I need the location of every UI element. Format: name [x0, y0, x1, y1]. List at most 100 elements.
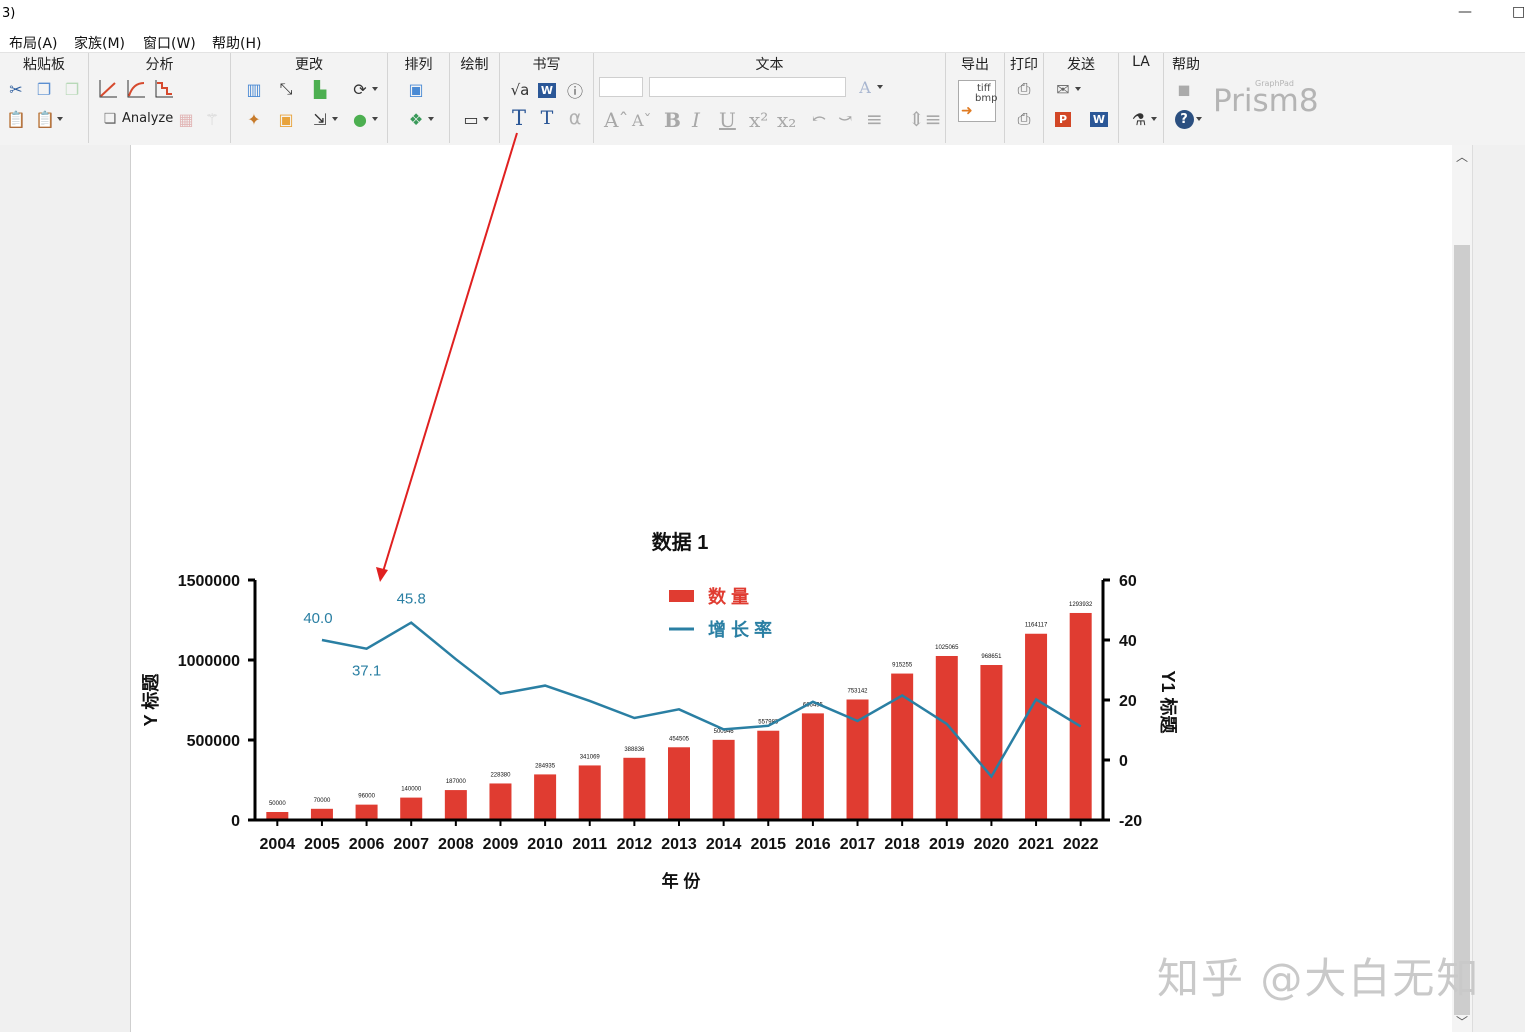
group-change: 更改 ▥ ⤡ ▙ ⟳ ✦ ▣ ⇲ ● [231, 53, 388, 143]
group-label-clipboard: 粘贴板 [23, 57, 65, 73]
font-size-select[interactable] [599, 77, 643, 97]
minimize-button[interactable]: — [1458, 4, 1472, 20]
rectangle-icon[interactable]: ▭ [460, 108, 489, 130]
menu-window[interactable]: 窗口(W) [143, 33, 196, 53]
copy-format-icon[interactable]: ❐ [61, 78, 83, 100]
group-label-arrange: 排列 [404, 57, 433, 73]
superscript-icon[interactable]: x² [749, 108, 768, 132]
word-object-icon[interactable]: W [536, 79, 558, 101]
group-label-export: 导出 [961, 57, 989, 73]
curve-fit-svg [127, 80, 145, 98]
alpha-icon[interactable]: α [564, 107, 586, 129]
xy-graph-icon[interactable] [97, 78, 119, 100]
menu-layout[interactable]: 布局(A) [9, 33, 58, 53]
font-family-select[interactable] [649, 77, 846, 97]
scroll-down-icon[interactable]: ﹀ [1456, 1013, 1468, 1030]
text-tool-icon[interactable]: T [508, 106, 530, 130]
word-icon[interactable]: W [1088, 108, 1110, 130]
rotate-right-icon[interactable]: ⤻ [838, 109, 852, 129]
group-label-help: 帮助 [1172, 57, 1200, 73]
group-analysis: 分析 ❏ Analyze ▦ ⚚ [89, 53, 231, 143]
prism-logo-small: GraphPad [1255, 79, 1294, 88]
menu-help[interactable]: 帮助(H) [212, 33, 261, 53]
curve-fit-icon[interactable] [125, 78, 147, 100]
underline-icon[interactable]: U [719, 108, 736, 132]
font-color-icon[interactable]: A [854, 76, 883, 98]
table-icon[interactable]: ▦ [175, 108, 197, 130]
group-label-write: 书写 [532, 57, 561, 73]
paste-icon[interactable]: 📋 [5, 108, 27, 130]
copy-icon[interactable]: ❐ [33, 78, 55, 100]
bmp-label: bmp [975, 93, 998, 104]
survival-svg [155, 80, 173, 98]
scale-icon[interactable]: ⇲ [309, 108, 338, 130]
color-scheme-icon[interactable]: ● [349, 108, 378, 130]
group-label-draw: 绘制 [460, 57, 489, 73]
group-la: LA ⚗ [1119, 53, 1164, 143]
column-chart-icon[interactable]: ▙ [309, 78, 331, 100]
group-draw: 绘制 ▭ [450, 53, 500, 143]
group-label-la: LA [1132, 54, 1150, 70]
group-label-analysis: 分析 [145, 57, 174, 73]
subscript-icon[interactable]: x₂ [777, 108, 796, 132]
printer-icon[interactable]: ⎙ [1013, 78, 1035, 100]
email-icon[interactable]: ✉ [1052, 78, 1081, 100]
ribbon-toolbar: 粘贴板 ✂ ❐ ❐ 📋 📋 分析 ❏ Analyze ▦ ⚚ 更改 ▥ ⤡ ▙ … [0, 52, 1525, 185]
bold-icon[interactable]: B [664, 108, 681, 132]
prism-logo-text: Prism8 [1213, 83, 1319, 119]
group-label-print: 打印 [1010, 57, 1038, 73]
word-w-icon: W [537, 82, 557, 98]
xy-graph-svg [99, 80, 117, 98]
magic-wand-icon[interactable]: ✦ [243, 108, 265, 130]
group-arrange: 排列 ▣ ❖ [388, 53, 450, 143]
maximize-button[interactable]: □ [1512, 4, 1525, 20]
rotate-left-icon[interactable]: ⤺ [812, 109, 826, 129]
powerpoint-p-icon: P [1054, 111, 1072, 127]
question-mark-icon: ? [1174, 109, 1194, 129]
graph-type-icon[interactable]: ▥ [243, 78, 265, 100]
powerpoint-icon[interactable]: P [1052, 108, 1074, 130]
align-text-icon[interactable]: ≡ [866, 107, 883, 131]
prism-logo: GraphPad Prism8 [1213, 79, 1319, 119]
insert-data-icon[interactable]: ▣ [275, 108, 297, 130]
info-icon[interactable]: ⓘ [564, 79, 586, 101]
group-write: 书写 √a W ⓘ T T α [500, 53, 594, 143]
grow-font-icon[interactable]: Aˆ [604, 108, 628, 132]
lab-flask-icon[interactable]: ⚗ [1128, 108, 1157, 130]
vertical-scrollbar[interactable]: ︿ ﹀ [1452, 145, 1472, 1032]
word-send-w-icon: W [1089, 111, 1109, 127]
group-print: 打印 ⎙ ⎙ [1005, 53, 1044, 143]
group-export: 导出 tiff bmp ➜ [946, 53, 1005, 143]
italic-icon[interactable]: I [692, 108, 700, 132]
equation-icon[interactable]: √a [509, 79, 531, 101]
layout-page [130, 145, 1453, 1032]
scroll-up-icon[interactable]: ︿ [1456, 148, 1468, 165]
help-cube-icon[interactable]: ◼ [1173, 78, 1195, 100]
axes-icon[interactable]: ⤡ [275, 78, 297, 100]
help-question-icon[interactable]: ? [1173, 108, 1202, 130]
group-clipboard: 粘贴板 ✂ ❐ ❐ 📋 📋 [0, 53, 89, 143]
paste-special-icon[interactable]: 📋 [34, 108, 63, 130]
group-label-text: 文本 [755, 57, 784, 73]
survival-icon[interactable] [153, 78, 175, 100]
menu-bar: 布局(A) 家族(M) 窗口(W) 帮助(H) [0, 30, 1525, 52]
analyze-icon[interactable]: ❏ [99, 108, 121, 130]
group-label-send: 发送 [1067, 57, 1095, 73]
group-objects-icon[interactable]: ❖ [405, 108, 434, 130]
print-preview-icon[interactable]: ⎙ [1013, 108, 1035, 130]
align-icon[interactable]: ▣ [405, 78, 427, 100]
wand-disabled-icon[interactable]: ⚚ [201, 108, 223, 130]
text-box-icon[interactable]: T [536, 107, 558, 129]
group-help: 帮助 ◼ ? [1164, 53, 1208, 143]
shrink-font-icon[interactable]: Aˇ [632, 111, 652, 130]
group-label-change: 更改 [295, 57, 323, 73]
analyze-button[interactable]: Analyze [122, 111, 173, 126]
cut-icon[interactable]: ✂ [5, 78, 27, 100]
line-spacing-icon[interactable]: ⇕≡ [908, 107, 942, 131]
group-text: 文本 A Aˆ Aˇ B I U x² x₂ ⤺ ⤻ ≡ ⇕≡ [594, 53, 946, 143]
rotate-icon[interactable]: ⟳ [349, 78, 378, 100]
menu-family[interactable]: 家族(M) [74, 33, 125, 53]
title-bar: 3) — □ [0, 0, 1525, 30]
export-tiff-button[interactable]: tiff bmp ➜ [958, 80, 998, 122]
scroll-thumb[interactable] [1454, 245, 1470, 1015]
